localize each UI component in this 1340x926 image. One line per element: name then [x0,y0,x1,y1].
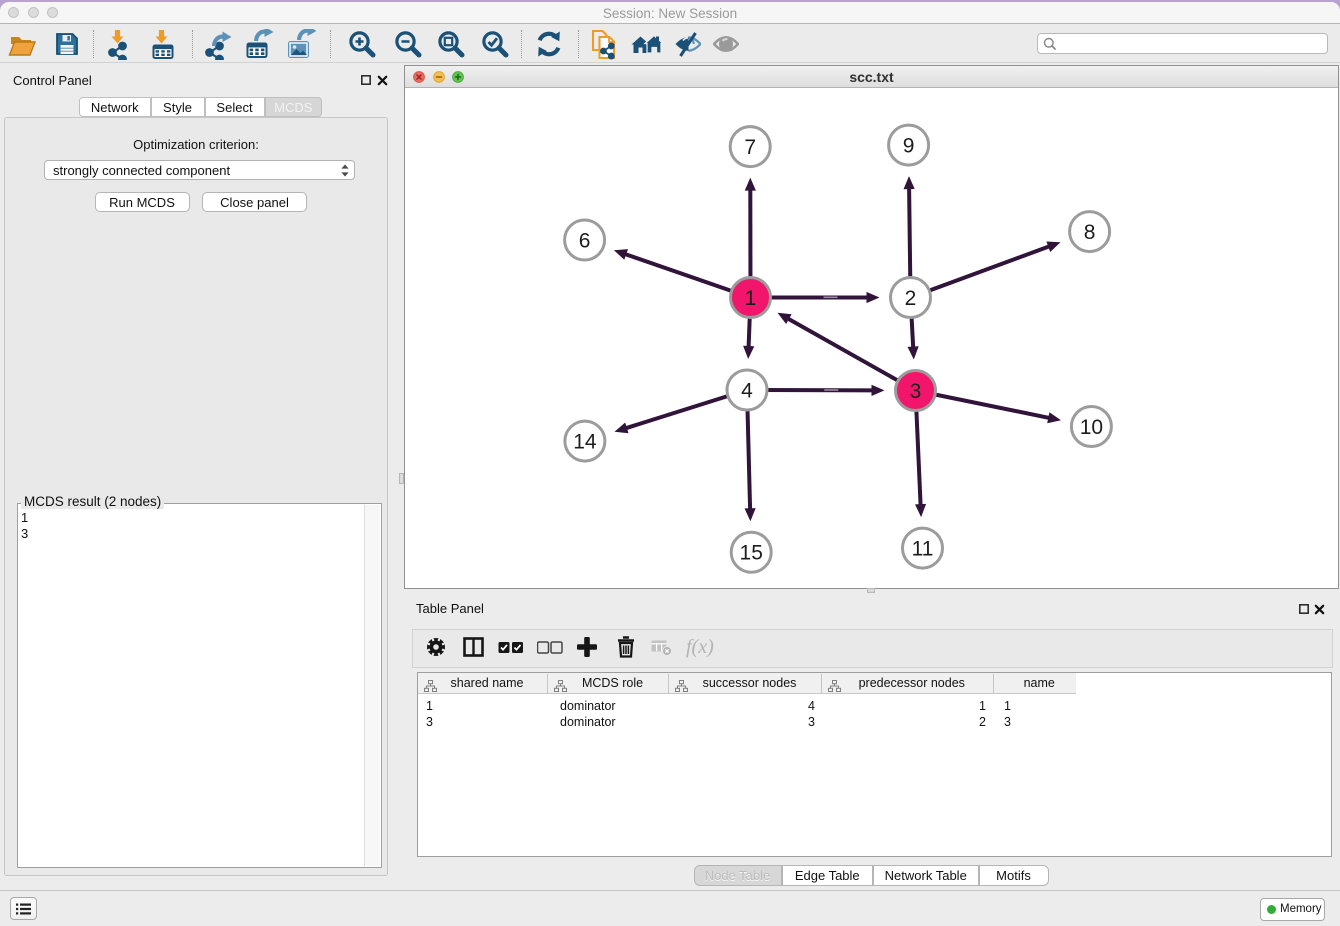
svg-text:9: 9 [903,135,915,158]
svg-text:14: 14 [573,431,597,454]
svg-text:3: 3 [910,380,922,403]
svg-text:15: 15 [740,542,763,565]
svg-text:2: 2 [905,287,917,310]
svg-text:8: 8 [1084,221,1096,244]
svg-text:1: 1 [745,287,757,310]
svg-text:4: 4 [741,380,753,403]
svg-text:10: 10 [1080,416,1103,439]
svg-text:11: 11 [912,538,934,561]
svg-text:7: 7 [744,136,756,159]
svg-text:6: 6 [579,230,591,253]
